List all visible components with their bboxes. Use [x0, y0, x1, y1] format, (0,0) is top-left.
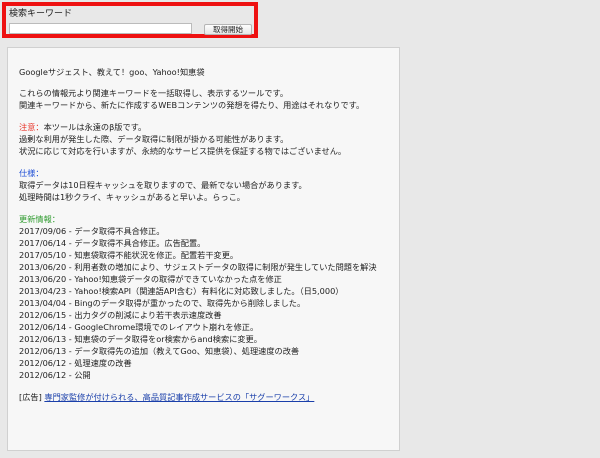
update-item: 2012/06/15 - 出力タグの削減により若干表示速度改善: [19, 310, 222, 320]
spec-line: 取得データは10日程キャッシュを取りますので、最新でない場合があります。: [19, 180, 307, 190]
intro-line: これらの情報元より関連キーワードを一括取得し、表示するツールです。: [19, 88, 289, 98]
update-item: 2012/06/13 - データ取得先の追加（教えてGoo、知恵袋）、処理速度の…: [19, 346, 300, 356]
search-form: 検索キーワード 取得開始: [2, 2, 258, 38]
ad-line: [広告] 専門家監修が付けられる、高品質記事作成サービスの「サグーワークス」: [19, 391, 388, 403]
info-panel: Googleサジェスト、教えて！goo、Yahoo!知恵袋 これらの情報元より関…: [7, 47, 400, 451]
update-item: 2012/06/13 - 知恵袋のデータ取得をor検索からand検索に変更。: [19, 334, 262, 344]
updates-list: 2017/09/06 - データ取得不具合修正。 2017/06/14 - デー…: [19, 225, 388, 381]
intro-line: 関連キーワードから、新たに作成するWEBコンテンツの発想を得たり、用途はそれなり…: [19, 100, 365, 110]
notice-line: 状況に応じて対応を行いますが、永続的なサービス提供を保証する物ではございません。: [19, 146, 347, 156]
update-item: 2012/06/12 - 公開: [19, 370, 91, 380]
notice-line: 過剰な利用が発生した際、データ取得に制限が掛かる可能性があります。: [19, 134, 289, 144]
spec-line: 処理時間は1秒クライ、キャッシュがあると早いよ。らっこ。: [19, 192, 245, 202]
spec-label: 仕様：: [19, 168, 44, 178]
update-item: 2012/06/14 - GoogleChrome環境でのレイアウト崩れを修正。: [19, 322, 259, 332]
notice-first-line: 本ツールは永遠のβ版です。: [43, 122, 147, 132]
update-item: 2017/09/06 - データ取得不具合修正。: [19, 226, 165, 236]
update-item: 2017/06/14 - データ取得不具合修正。広告配置。: [19, 238, 206, 248]
update-item: 2013/04/23 - Yahoo!検索API（関連語API含む）有料化に対応…: [19, 286, 344, 296]
ad-link[interactable]: 専門家監修が付けられる、高品質記事作成サービスの「サグーワークス」: [44, 392, 314, 402]
ad-prefix: [広告]: [19, 392, 45, 402]
update-item: 2013/06/20 - Yahoo!知恵袋データの取得ができていなかった点を修…: [19, 274, 282, 284]
search-label: 検索キーワード: [9, 9, 73, 19]
notice-label: 注意：: [19, 122, 44, 132]
start-fetch-button[interactable]: 取得開始: [204, 24, 252, 35]
updates-label: 更新情報：: [19, 214, 60, 224]
update-item: 2013/04/04 - Bingのデータ取得が重かったので、取得先から削除しま…: [19, 298, 306, 308]
update-item: 2013/06/20 - 利用者数の増加により、サジェストデータの取得に制限が発…: [19, 262, 377, 272]
notice-section: 注意：本ツールは永遠のβ版です。: [19, 121, 388, 133]
panel-heading: Googleサジェスト、教えて！goo、Yahoo!知恵袋: [19, 67, 205, 77]
update-item: 2017/05/10 - 知恵袋取得不能状況を修正。配置若干変更。: [19, 250, 239, 260]
search-input[interactable]: [9, 23, 192, 34]
update-item: 2012/06/12 - 処理速度の改善: [19, 358, 132, 368]
